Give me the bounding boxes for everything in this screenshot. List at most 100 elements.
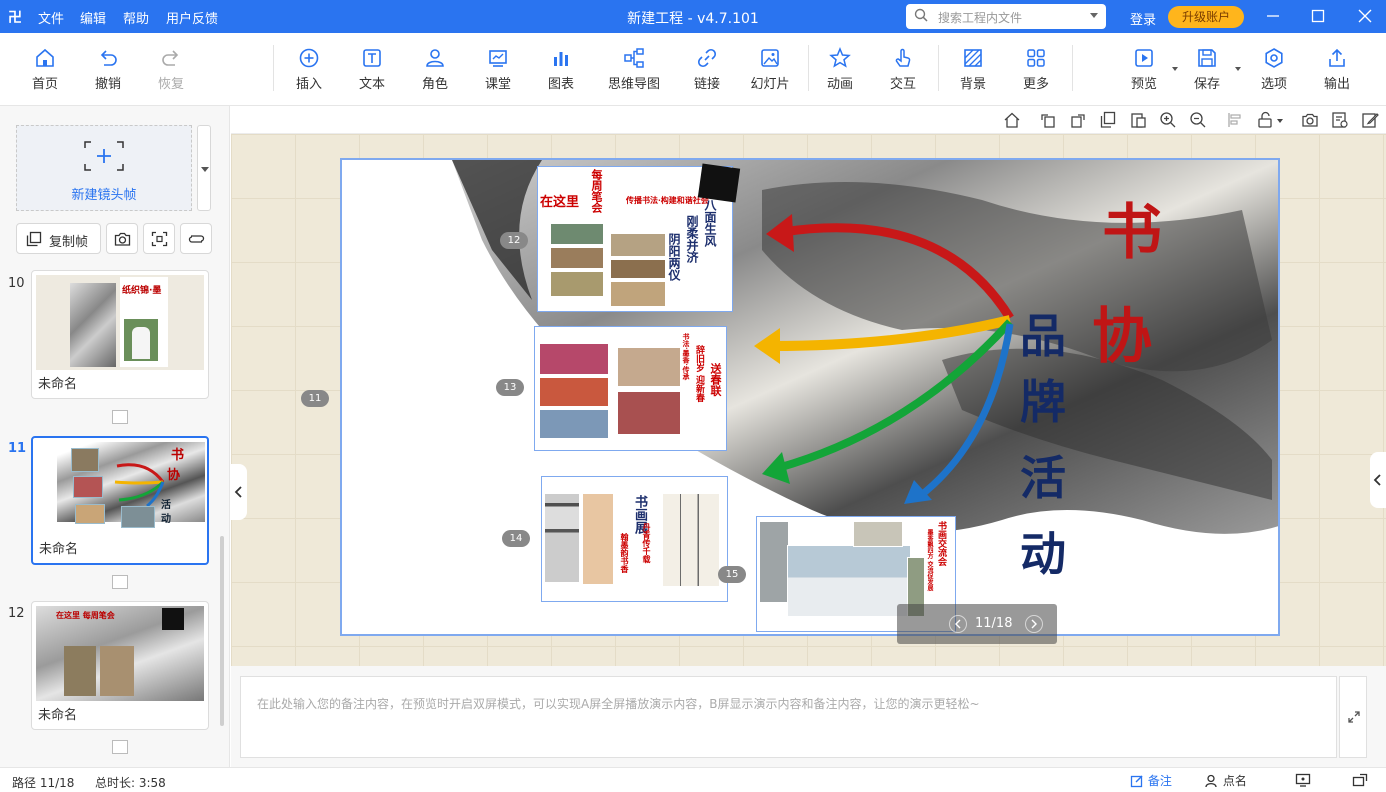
duration-status: 总时长: 3:58 — [95, 776, 166, 790]
more-button[interactable]: 更多 — [1006, 47, 1066, 92]
new-frame-dropdown[interactable] — [197, 125, 211, 211]
notes-expand-button[interactable] — [1339, 676, 1367, 758]
options-label: 选项 — [1260, 77, 1287, 92]
maximize-icon[interactable] — [1307, 5, 1329, 27]
slideshow-button[interactable]: 幻灯片 — [740, 47, 800, 92]
frame-settings-icon[interactable] — [1331, 111, 1349, 129]
mindmap-button[interactable]: 思维导图 — [601, 47, 667, 92]
frame-sidebar: 新建镜头帧 复制帧 10 纸织锦·墨 未命名 11 书 协 活 动 未命名 12… — [0, 106, 230, 767]
role-button[interactable]: 角色 — [405, 47, 465, 92]
notes-toggle-label: 备注 — [1147, 774, 1172, 788]
canvas-area: 11 在这里 每周笔会 传播书法·构建和谐社会 八面生风 刚柔并济 阴阳两仪 1… — [231, 106, 1386, 666]
link-button[interactable]: 链接 — [677, 47, 737, 92]
collapse-sidebar-button[interactable] — [231, 464, 247, 520]
transition-hourglass-icon[interactable] — [112, 575, 128, 589]
collapse-right-panel-button[interactable] — [1370, 452, 1386, 508]
search-dropdown-icon[interactable] — [1090, 13, 1098, 18]
pager-prev-button[interactable] — [949, 615, 967, 633]
text-button[interactable]: 文本 — [342, 47, 402, 92]
redo-button[interactable]: 恢复 — [141, 47, 201, 92]
close-icon[interactable] — [1354, 5, 1376, 27]
frame-badge-11[interactable]: 11 — [301, 390, 329, 407]
external-window-icon[interactable] — [1352, 773, 1368, 787]
new-frame-button[interactable]: 新建镜头帧 — [16, 125, 192, 211]
sidebar-scrollbar[interactable] — [220, 536, 224, 726]
menu-help[interactable]: 帮助 — [123, 8, 149, 27]
thumbnail-frame-10[interactable]: 纸织锦·墨 未命名 — [31, 270, 209, 399]
copy-frame-label: 复制帧 — [49, 235, 89, 250]
menu-file[interactable]: 文件 — [38, 8, 64, 27]
slide-frame-11[interactable]: 在这里 每周笔会 传播书法·构建和谐社会 八面生风 刚柔并济 阴阳两仪 12 送… — [340, 158, 1280, 636]
presenter-screen-icon[interactable] — [1295, 773, 1311, 787]
title-char-blue: 活 — [1020, 451, 1066, 505]
preview-button[interactable]: 预览 — [1114, 47, 1178, 92]
slideshow-label: 幻灯片 — [750, 77, 790, 92]
thumb11-char: 动 — [161, 514, 171, 525]
save-button[interactable]: 保存 — [1177, 47, 1241, 92]
plus-circle-icon — [299, 48, 319, 68]
save-dropdown-icon[interactable] — [1235, 67, 1241, 71]
classroom-button[interactable]: 课堂 — [468, 47, 528, 92]
gear-icon — [1265, 48, 1283, 68]
undo-icon — [100, 50, 117, 66]
thumbnail-image: 在这里 每周笔会 — [36, 606, 204, 701]
stage[interactable]: 11 在这里 每周笔会 传播书法·构建和谐社会 八面生风 刚柔并济 阴阳两仪 1… — [231, 134, 1386, 666]
toolbar-divider — [1072, 45, 1073, 91]
notes-panel: 在此处输入您的备注内容，在预览时开启双屏模式，可以实现A屏全屏播放演示内容，B屏… — [231, 666, 1386, 767]
toolbar-divider — [808, 45, 809, 91]
rotate-right-icon[interactable] — [1069, 111, 1087, 129]
background-icon — [964, 49, 982, 67]
zoom-out-icon[interactable] — [1189, 111, 1207, 129]
menu-edit[interactable]: 编辑 — [80, 8, 106, 27]
person-icon — [1205, 774, 1217, 788]
bar-chart-icon — [554, 52, 568, 66]
camera-icon — [114, 232, 131, 246]
star-icon — [829, 47, 851, 68]
undo-button[interactable]: 撤销 — [78, 47, 138, 92]
rollcall-button[interactable]: 点名 — [1205, 772, 1247, 789]
new-frame-icon — [84, 141, 124, 171]
lock-icon[interactable] — [1257, 111, 1285, 129]
preview-label: 预览 — [1130, 77, 1157, 92]
options-button[interactable]: 选项 — [1244, 47, 1304, 92]
paste-icon[interactable] — [1129, 111, 1147, 129]
thumbnail-frame-11[interactable]: 书 协 活 动 未命名 — [31, 436, 209, 565]
home-button[interactable]: 首页 — [15, 47, 75, 92]
fit-frame-button[interactable] — [143, 223, 175, 254]
home-view-icon[interactable] — [1003, 111, 1021, 129]
pager-next-button[interactable] — [1025, 615, 1043, 633]
copy-frame-button[interactable]: 复制帧 — [16, 223, 101, 254]
snapshot-button[interactable] — [106, 223, 138, 254]
chart-button[interactable]: 图表 — [531, 47, 591, 92]
align-icon[interactable] — [1227, 111, 1245, 129]
reorder-button[interactable] — [180, 223, 212, 254]
upgrade-button[interactable]: 升级账户 — [1168, 6, 1244, 28]
background-button[interactable]: 背景 — [943, 47, 1003, 92]
copy-element-icon[interactable] — [1099, 111, 1117, 129]
copy-icon — [26, 231, 42, 247]
zoom-in-icon[interactable] — [1159, 111, 1177, 129]
minimize-icon[interactable] — [1262, 5, 1284, 27]
insert-button[interactable]: 插入 — [279, 47, 339, 92]
edit-icon[interactable] — [1361, 111, 1379, 129]
canvas-toolbar — [231, 106, 1386, 134]
slideshow-icon — [761, 49, 779, 67]
thumbnail-frame-12[interactable]: 在这里 每周笔会 未命名 — [31, 601, 209, 730]
notes-toggle-button[interactable]: 备注 — [1130, 772, 1172, 789]
menu-feedback[interactable]: 用户反馈 — [166, 8, 218, 27]
animation-button[interactable]: 动画 — [810, 47, 870, 92]
notes-input[interactable]: 在此处输入您的备注内容，在预览时开启双屏模式，可以实现A屏全屏播放演示内容，B屏… — [240, 676, 1337, 758]
interaction-button[interactable]: 交互 — [873, 47, 933, 92]
screenshot-icon[interactable] — [1301, 111, 1319, 129]
transition-hourglass-icon[interactable] — [112, 740, 128, 754]
title-char-blue: 动 — [1020, 527, 1066, 581]
export-button[interactable]: 输出 — [1307, 47, 1367, 92]
chevron-left-icon — [955, 619, 961, 629]
title-bar: 卍 文件 编辑 帮助 用户反馈 新建工程 - v4.7.101 搜索工程内文件 … — [0, 0, 1386, 33]
redo-label: 恢复 — [157, 77, 184, 92]
transition-hourglass-icon[interactable] — [112, 410, 128, 424]
login-link[interactable]: 登录 — [1130, 9, 1156, 28]
mindmap-label: 思维导图 — [607, 77, 660, 92]
rotate-left-icon[interactable] — [1039, 111, 1057, 129]
search-input[interactable]: 搜索工程内文件 — [906, 4, 1106, 29]
